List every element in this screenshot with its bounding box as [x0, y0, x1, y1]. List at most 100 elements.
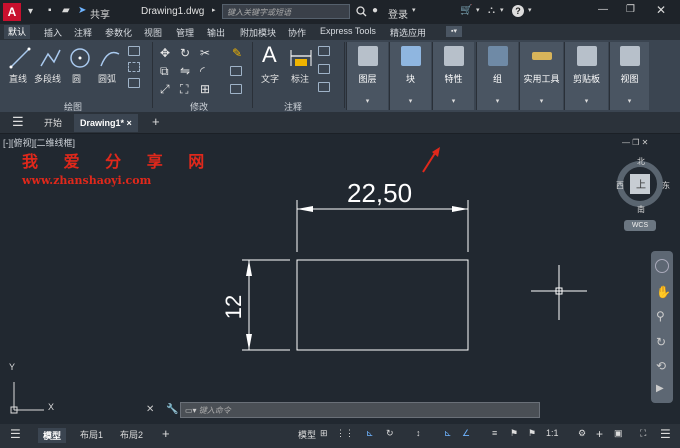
fillet-tool-icon[interactable]: ◜	[200, 64, 205, 78]
cart-arrow-icon[interactable]: ▾	[476, 6, 480, 14]
model-space-toggle[interactable]: 模型	[298, 428, 316, 441]
text-tool-icon[interactable]: A	[262, 42, 277, 68]
mirror-tool-icon[interactable]: ⇋	[180, 64, 190, 78]
circle-tool-icon[interactable]	[68, 46, 92, 70]
menu-arrow-icon[interactable]: ▾	[28, 6, 33, 17]
customize-icon[interactable]: ☰	[660, 427, 671, 441]
linear-dim-icon[interactable]	[318, 46, 330, 56]
layouts-menu-icon[interactable]: ☰	[10, 427, 21, 441]
table-icon[interactable]	[318, 82, 330, 92]
trim-tool-icon[interactable]: ✂	[200, 46, 210, 60]
dim-text-vertical[interactable]: 12	[221, 295, 247, 319]
tab-drawing1[interactable]: Drawing1* ×	[74, 114, 138, 132]
osnap-icon[interactable]: ⊾	[444, 428, 452, 439]
share-icon[interactable]: ➤	[78, 5, 86, 16]
chevron-down-icon[interactable]: ▾	[477, 97, 518, 105]
tab-layout2[interactable]: 布局2	[120, 428, 143, 441]
search-icon[interactable]	[356, 6, 367, 17]
explode-tool-icon[interactable]	[230, 66, 242, 76]
steering-wheel-icon[interactable]	[655, 259, 669, 273]
boundary-tool-icon[interactable]	[128, 78, 140, 88]
move-tool-icon[interactable]: ✥	[160, 46, 170, 60]
polar-icon[interactable]: ↻	[386, 428, 394, 439]
command-input[interactable]: ▭▾ 键入命令	[180, 402, 540, 418]
showmotion-icon[interactable]: ▶	[656, 383, 664, 394]
tab-model[interactable]: 模型	[38, 428, 67, 443]
app-arrow-icon[interactable]: ▾	[500, 6, 504, 14]
rectangle-shape[interactable]	[296, 259, 469, 351]
offset-tool-icon[interactable]	[230, 84, 242, 94]
rotate-tool-icon[interactable]: ↻	[180, 46, 190, 60]
pan-icon[interactable]: ✋	[656, 285, 671, 299]
tab-layout1[interactable]: 布局1	[80, 428, 103, 441]
tab-default[interactable]: 默认	[4, 25, 31, 39]
annotation-visibility-icon[interactable]: ⚑	[510, 428, 518, 439]
zoom-icon[interactable]: ⚲	[656, 309, 665, 323]
tab-view[interactable]: 视图	[144, 26, 162, 39]
user-icon[interactable]: ●	[372, 5, 378, 16]
cart-icon[interactable]: 🛒	[460, 5, 472, 16]
new-file-icon[interactable]: ▪	[48, 5, 52, 16]
login-link[interactable]: 登录	[388, 6, 408, 21]
orbit-icon[interactable]: ↻	[656, 335, 666, 349]
scale-tool-icon[interactable]: ⛶	[180, 82, 188, 97]
otrack-icon[interactable]: ∠	[462, 428, 470, 439]
search-input[interactable]: 键入关键字或短语	[222, 4, 350, 19]
properties-button[interactable]: 特性 ▾	[432, 42, 474, 110]
add-layout-icon[interactable]: +	[162, 426, 170, 441]
login-arrow-icon[interactable]: ▾	[412, 6, 416, 14]
viewcube-north[interactable]: 北	[637, 156, 645, 167]
chevron-down-icon[interactable]: ▾	[520, 97, 563, 105]
array-tool-icon[interactable]: ⊞	[200, 82, 210, 96]
add-icon[interactable]: +	[596, 427, 603, 441]
leader-icon[interactable]	[318, 64, 330, 74]
arc-tool-icon[interactable]	[98, 46, 122, 70]
tab-collaborate[interactable]: 协作	[288, 26, 306, 39]
chevron-down-icon[interactable]: ▾	[390, 97, 431, 105]
wcs-menu[interactable]: WCS	[624, 220, 656, 231]
fullscreen-icon[interactable]: ⛶	[640, 428, 646, 439]
tab-annotate[interactable]: 注释	[74, 26, 92, 39]
command-settings-icon[interactable]: 🔧	[166, 404, 178, 415]
chevron-down-icon[interactable]: ▾	[565, 97, 608, 105]
viewcube-east[interactable]: 东	[662, 180, 670, 191]
new-tab-icon[interactable]: +	[152, 114, 160, 129]
isodraft-icon[interactable]: ↕	[416, 428, 421, 438]
lineweight-icon[interactable]: ≡	[492, 428, 497, 438]
tab-addins[interactable]: 附加模块	[240, 26, 276, 39]
close-icon[interactable]: ✕	[656, 3, 666, 17]
close-tab-icon[interactable]: ×	[127, 118, 132, 128]
polyline-tool-label[interactable]: 多段线	[34, 72, 61, 85]
viewcube-west[interactable]: 西	[616, 180, 624, 191]
line-tool-icon[interactable]	[8, 46, 32, 70]
arc-tool-label[interactable]: 圆弧	[98, 72, 116, 85]
hamburger-menu-icon[interactable]: ☰	[12, 114, 24, 130]
tab-insert[interactable]: 插入	[44, 26, 62, 39]
workspace-icon[interactable]: ⚙	[578, 428, 586, 439]
erase-tool-icon[interactable]: ✎	[232, 46, 242, 60]
line-tool-label[interactable]: 直线	[9, 72, 27, 85]
chevron-down-icon[interactable]: ▾	[347, 97, 388, 105]
snap-icon[interactable]: ⋮⋮	[336, 428, 354, 439]
tab-output[interactable]: 输出	[207, 26, 225, 39]
grid-icon[interactable]: ⊞	[320, 428, 328, 439]
clipboard-button[interactable]: 剪贴板 ▾	[564, 42, 608, 110]
group-button[interactable]: 组 ▾	[476, 42, 518, 110]
text-tool-label[interactable]: 文字	[261, 72, 279, 85]
command-close-icon[interactable]: ✕	[146, 404, 154, 415]
rectangle-tool-icon[interactable]	[128, 46, 140, 56]
chevron-down-icon[interactable]: ▾	[433, 97, 474, 105]
app-logo-icon[interactable]: A	[3, 3, 21, 21]
tab-parametric[interactable]: 参数化	[105, 26, 132, 39]
autoscale-icon[interactable]: ⚑	[528, 428, 536, 439]
stretch-tool-icon[interactable]: ⤢	[160, 82, 170, 97]
share-label[interactable]: 共享	[90, 6, 110, 21]
annotation-scale[interactable]: 1:1	[546, 428, 559, 438]
hatch-tool-icon[interactable]	[128, 62, 140, 72]
tab-express-tools[interactable]: Express Tools	[320, 26, 376, 36]
circle-tool-label[interactable]: 圆	[72, 72, 81, 85]
viewcube-top-label[interactable]: 上	[636, 176, 646, 191]
tab-manage[interactable]: 管理	[176, 26, 194, 39]
drawing-canvas[interactable]: [-][俯视][二维线框] 我 爱 分 享 网 www.zhanshaoyi.c…	[0, 134, 680, 424]
ribbon-toggle-icon[interactable]: ▪▾	[446, 26, 462, 37]
